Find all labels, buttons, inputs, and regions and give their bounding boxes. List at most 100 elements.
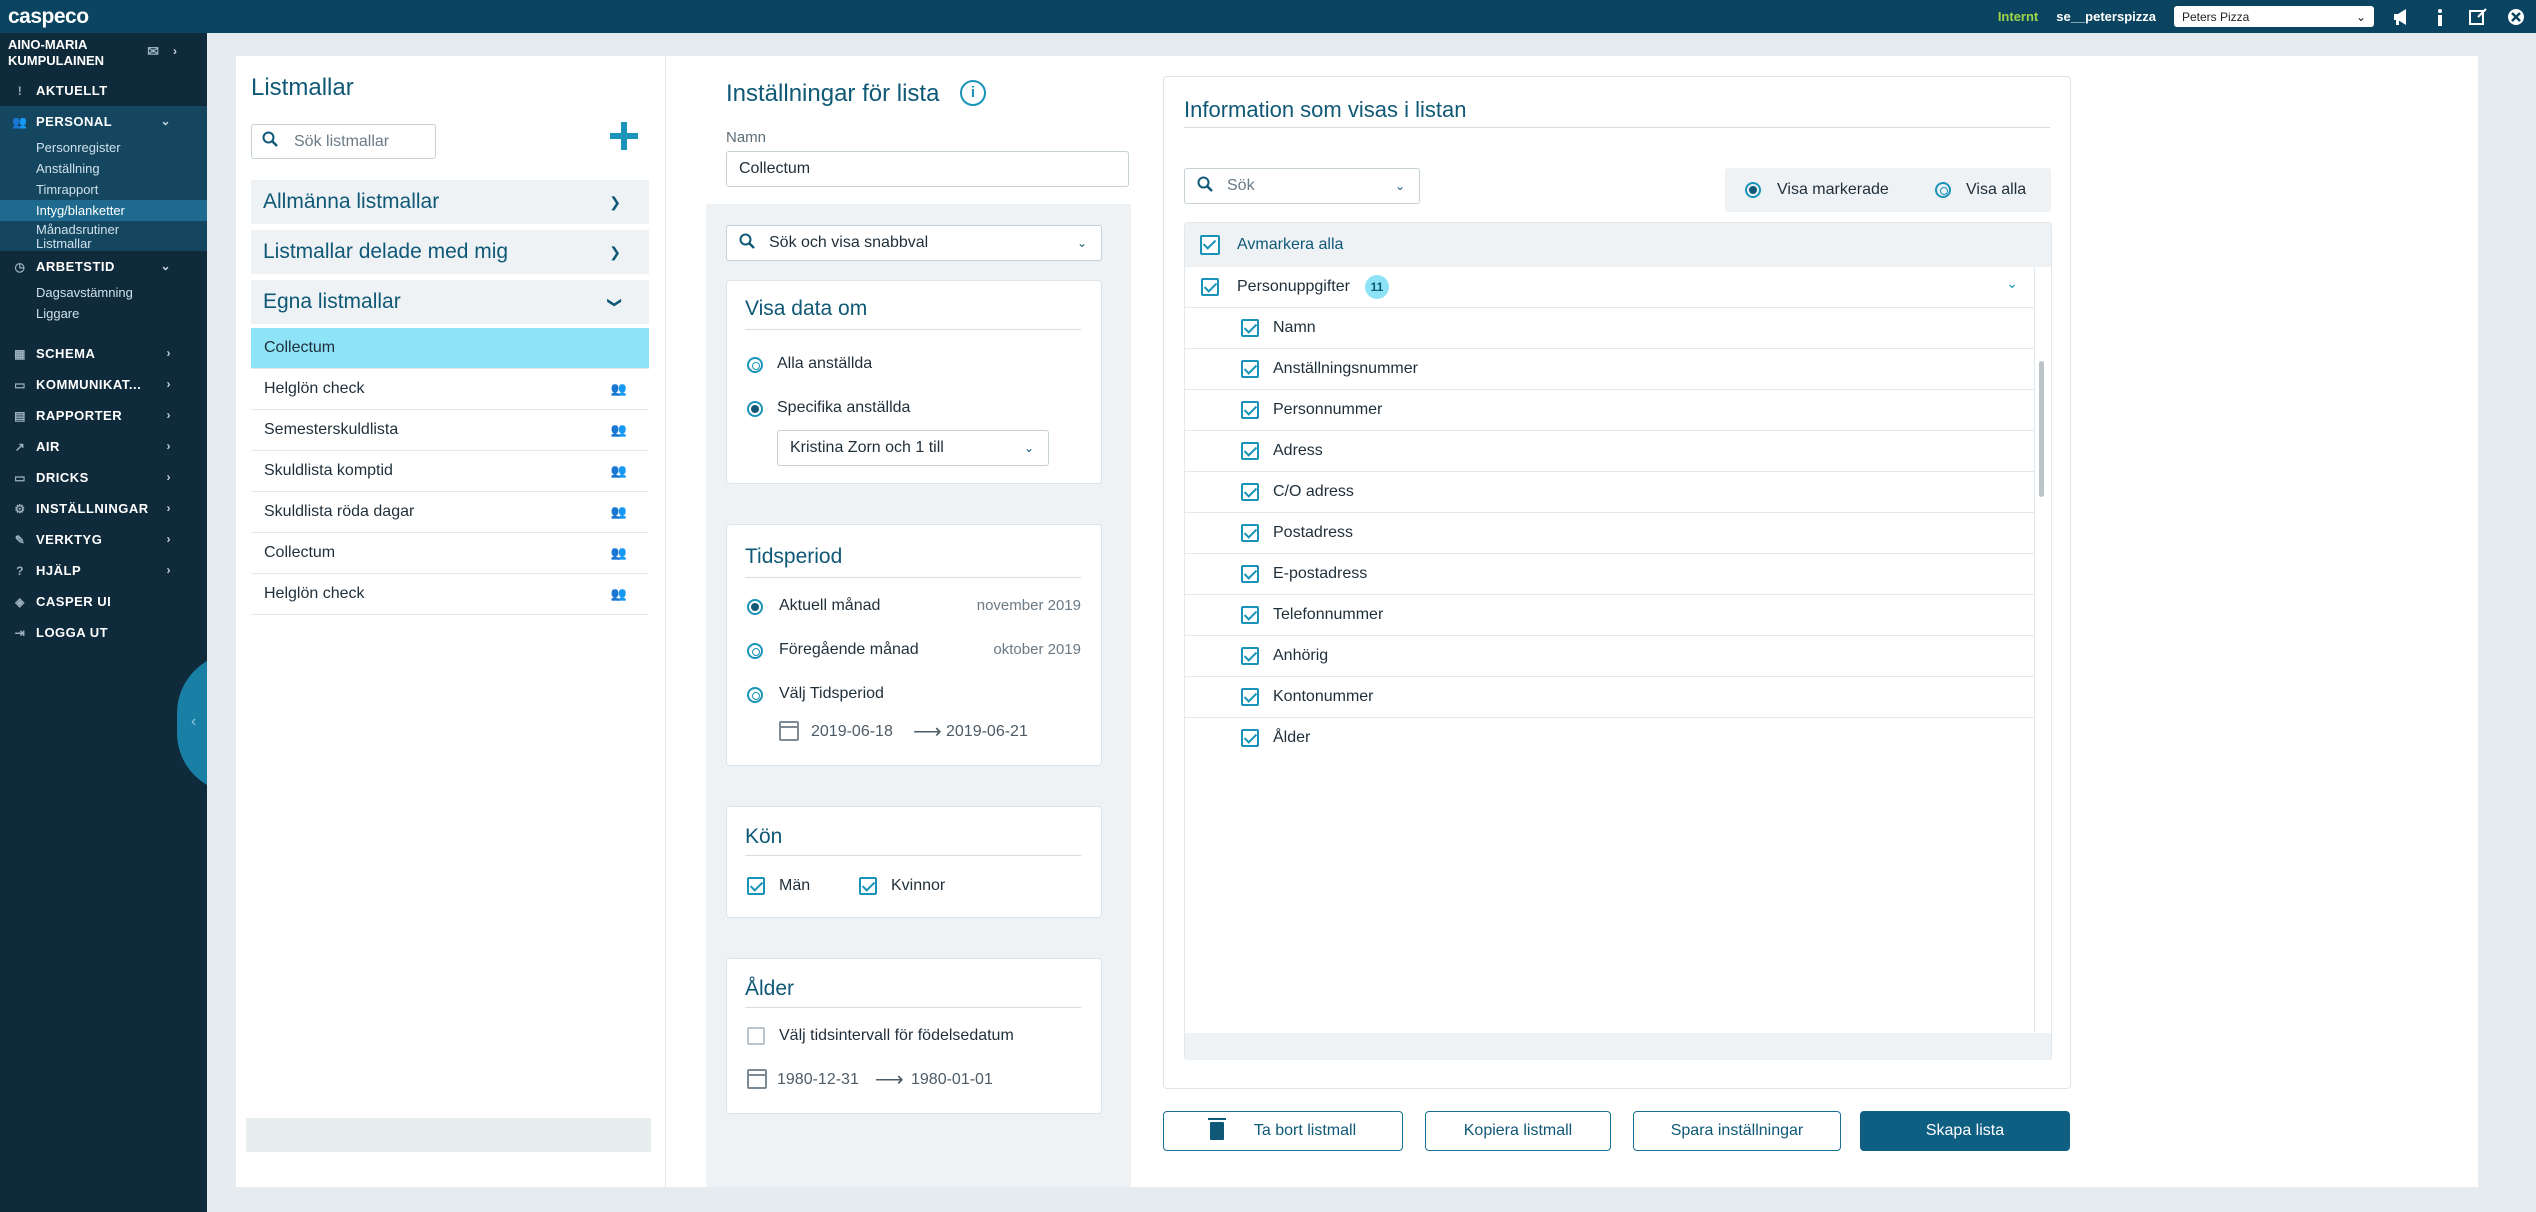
radio-visa-markerade[interactable] (1745, 182, 1761, 198)
category-egna[interactable]: Egna listmallar ❯ (251, 280, 649, 324)
save-settings-button[interactable]: Spara inställningar (1633, 1111, 1841, 1151)
sidebar-user[interactable]: AINO-MARIA KUMPULAINEN ✉ › (0, 33, 207, 75)
copy-listmall-button[interactable]: Kopiera listmall (1425, 1111, 1611, 1151)
sidebar-item-air[interactable]: ↗ AIR › (0, 431, 207, 462)
list-item[interactable]: Helglön check 👥 (251, 369, 649, 410)
list-item[interactable]: Helglön check 👥 (251, 574, 649, 615)
checkbox-group[interactable] (1201, 278, 1219, 296)
deselect-all-label[interactable]: Avmarkera alla (1237, 236, 1343, 254)
field-row[interactable]: Kontonummer (1185, 677, 2034, 718)
sidebar-item-verktyg[interactable]: ✎ VERKTYG › (0, 524, 207, 555)
field-checkbox[interactable] (1241, 401, 1259, 419)
megaphone-icon[interactable] (2392, 7, 2412, 27)
search-icon (262, 131, 278, 152)
radio-alla-anstallda[interactable] (747, 357, 763, 373)
listmallar-search-input[interactable]: Sök listmallar (251, 124, 436, 159)
calendar-icon[interactable] (779, 721, 799, 741)
category-allmanna[interactable]: Allmänna listmallar ❯ (251, 180, 649, 224)
field-row[interactable]: Postadress (1185, 513, 2034, 554)
category-delade[interactable]: Listmallar delade med mig ❯ (251, 230, 649, 274)
sidebar-item-personal[interactable]: 👥 PERSONAL ⌄ (0, 106, 207, 137)
sidebar-item-hjalp[interactable]: ? HJÄLP › (0, 555, 207, 586)
info-icon[interactable]: i (960, 80, 986, 106)
sidebar-item-label: CASPER UI (36, 594, 112, 609)
radio-foregaende-manad[interactable] (747, 643, 763, 659)
sidebar-item-kommunikation[interactable]: ▭ KOMMUNIKAT... › (0, 369, 207, 400)
radio-specifika-anstallda[interactable] (747, 401, 763, 417)
list-item[interactable]: Skuldlista röda dagar 👥 (251, 492, 649, 533)
radio-valj-tidsperiod[interactable] (747, 687, 763, 703)
company-select[interactable]: Peters Pizza ⌄ (2174, 6, 2374, 27)
employee-select[interactable]: Kristina Zorn och 1 till ⌄ (777, 430, 1049, 466)
field-row[interactable]: Personnummer (1185, 390, 2034, 431)
checkbox-kvinnor[interactable] (859, 877, 877, 895)
field-checkbox[interactable] (1241, 606, 1259, 624)
name-field[interactable]: Collectum (726, 151, 1129, 187)
scrollbar-thumb[interactable] (2039, 361, 2044, 497)
add-listmall-button[interactable] (606, 120, 642, 156)
field-row[interactable]: E-postadress (1185, 554, 2034, 595)
date-from[interactable]: 2019-06-18 (811, 723, 893, 741)
delete-listmall-button[interactable]: Ta bort listmall (1163, 1111, 1403, 1151)
sidebar-sub-liggare[interactable]: Liggare (0, 303, 207, 324)
sidebar-sub-manadsrutiner[interactable]: Månadsrutiner Listmallar (0, 221, 207, 251)
field-checkbox[interactable] (1241, 360, 1259, 378)
sidebar-collapse-handle[interactable]: ‹ (177, 653, 207, 793)
sidebar-item-casper-ui[interactable]: ◈ CASPER UI (0, 586, 207, 617)
sidebar-item-rapporter[interactable]: ▤ RAPPORTER › (0, 400, 207, 431)
checkbox-birthdate-interval[interactable] (747, 1027, 765, 1045)
close-icon[interactable] (2506, 7, 2526, 27)
info-icon[interactable] (2430, 7, 2450, 27)
sidebar-sub-timrapport[interactable]: Timrapport (0, 179, 207, 200)
sidebar-sub-intyg[interactable]: Intyg/blanketter (0, 200, 207, 221)
field-checkbox[interactable] (1241, 647, 1259, 665)
sidebar-item-logga-ut[interactable]: ⇥ LOGGA UT (0, 617, 207, 648)
field-checkbox[interactable] (1241, 442, 1259, 460)
field-row[interactable]: Anhörig (1185, 636, 2034, 677)
field-checkbox[interactable] (1241, 319, 1259, 337)
checkbox-man[interactable] (747, 877, 765, 895)
caspeco-logo[interactable]: caspeco (8, 5, 89, 29)
chevron-down-icon[interactable]: ⌄ (2006, 275, 2018, 292)
list-item[interactable]: Collectum 👥 (251, 533, 649, 574)
list-item[interactable]: Skuldlista komptid 👥 (251, 451, 649, 492)
sidebar-sub-personregister[interactable]: Personregister (0, 137, 207, 158)
list-item[interactable]: Semesterskuldlista 👥 (251, 410, 649, 451)
sidebar-item-aktuellt[interactable]: ! AKTUELLT (0, 75, 207, 106)
field-row[interactable]: C/O adress (1185, 472, 2034, 513)
quick-search-dropdown[interactable]: Sök och visa snabbval ⌄ (726, 225, 1102, 261)
field-checkbox[interactable] (1241, 729, 1259, 747)
chevron-right-icon[interactable]: › (173, 43, 177, 59)
create-list-button[interactable]: Skapa lista (1860, 1111, 2070, 1151)
radio-aktuell-manad[interactable] (747, 599, 763, 615)
group-row[interactable]: Personuppgifter 11 ⌄ (1185, 267, 2034, 308)
field-checkbox[interactable] (1241, 483, 1259, 501)
date-to[interactable]: 1980-01-01 (911, 1071, 993, 1089)
field-row[interactable]: Namn (1185, 308, 2034, 349)
field-checkbox[interactable] (1241, 565, 1259, 583)
field-row[interactable]: Telefonnummer (1185, 595, 2034, 636)
info-search-input[interactable]: Sök ⌄ (1184, 168, 1420, 204)
checkbox-avmarkera-alla[interactable] (1200, 235, 1220, 255)
radio-visa-alla[interactable] (1935, 182, 1951, 198)
field-row[interactable]: Anställningsnummer (1185, 349, 2034, 390)
field-row[interactable]: Adress (1185, 431, 2034, 472)
mail-icon[interactable]: ✉ (147, 43, 159, 59)
field-checkbox[interactable] (1241, 524, 1259, 542)
arrow-right-icon: ⟶ (875, 1069, 904, 1091)
edit-icon[interactable] (2468, 7, 2488, 27)
field-checkbox[interactable] (1241, 688, 1259, 706)
sidebar-item-installningar[interactable]: ⚙ INSTÄLLNINGAR › (0, 493, 207, 524)
calendar-icon[interactable] (747, 1069, 767, 1089)
sidebar-item-arbetstid[interactable]: ◷ ARBETSTID ⌄ (0, 251, 207, 282)
field-row[interactable]: Ålder (1185, 718, 2034, 759)
sidebar-sub-dagsavstamning[interactable]: Dagsavstämning (0, 282, 207, 303)
sidebar-sub-anstallning[interactable]: Anställning (0, 158, 207, 179)
scrollbar[interactable] (2034, 267, 2048, 1032)
sidebar-item-schema[interactable]: ▦ SCHEMA › (0, 338, 207, 369)
date-from[interactable]: 1980-12-31 (777, 1071, 859, 1089)
list-item[interactable]: Collectum (251, 328, 649, 369)
list-item-label: Skuldlista röda dagar (264, 503, 415, 520)
date-to[interactable]: 2019-06-21 (946, 723, 1028, 741)
sidebar-item-dricks[interactable]: ▭ DRICKS › (0, 462, 207, 493)
